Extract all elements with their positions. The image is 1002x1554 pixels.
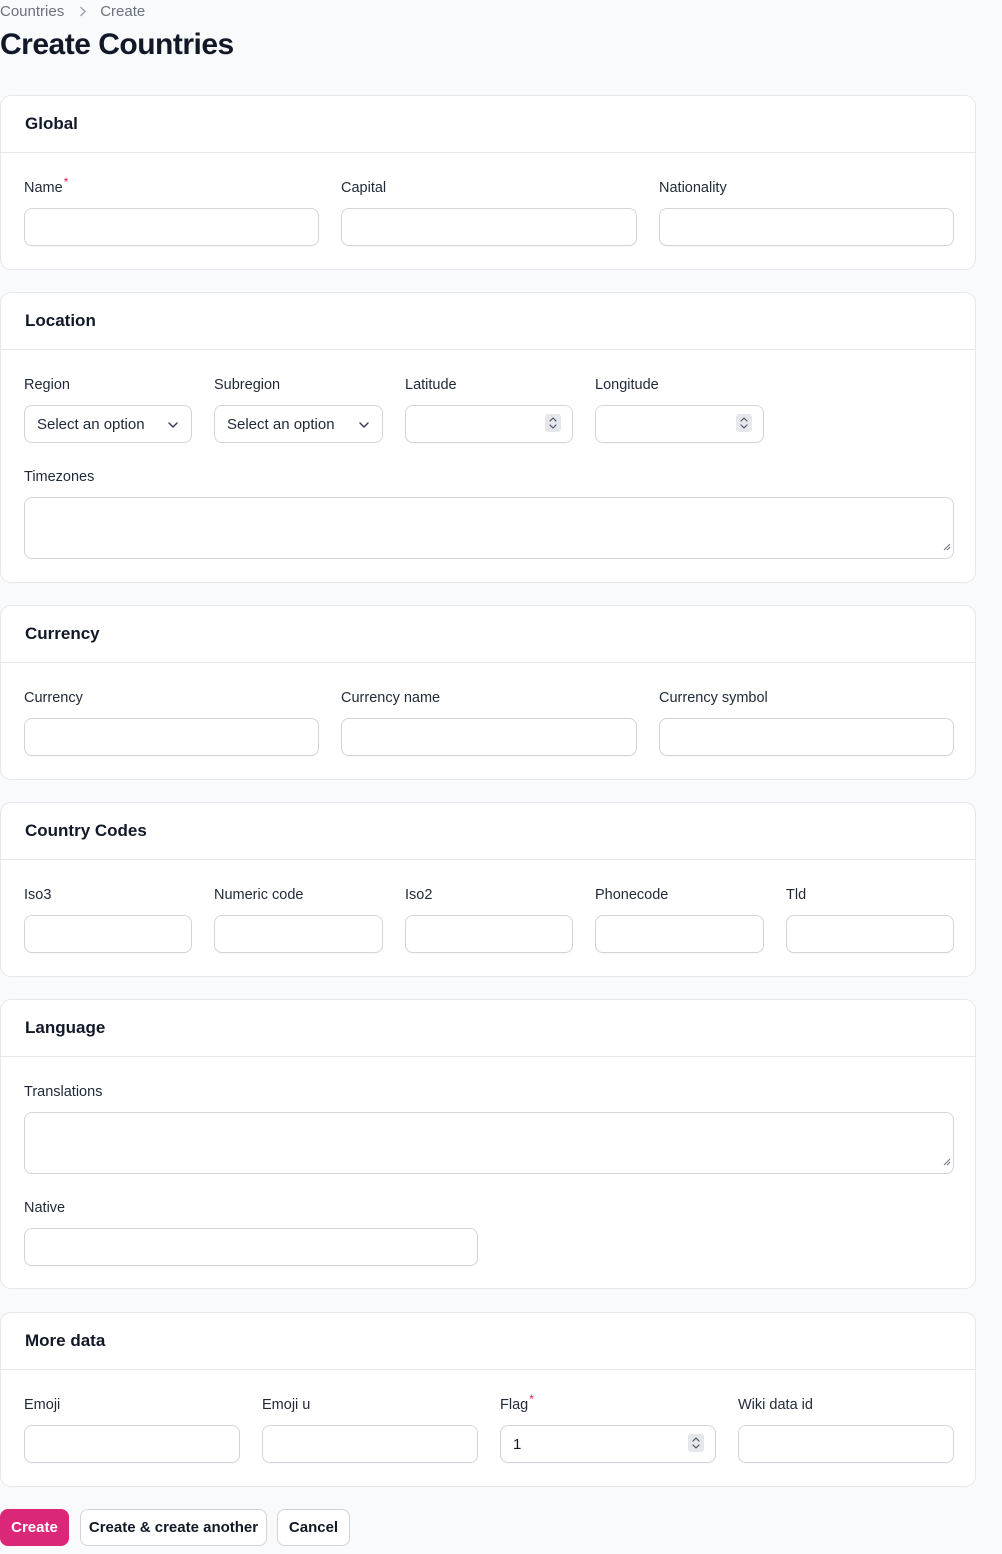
resize-grip-icon[interactable]: [941, 1153, 951, 1171]
section-country-codes: Country Codes Iso3 Numeric code Iso2 Pho…: [0, 802, 976, 977]
native-field: Native: [24, 1200, 478, 1266]
numeric-code-label: Numeric code: [214, 887, 304, 903]
currency-name-field: Currency name: [341, 690, 637, 756]
emoji-input[interactable]: [24, 1425, 240, 1463]
region-select-value: Select an option: [37, 415, 145, 433]
emoji-u-label: Emoji u: [262, 1397, 311, 1413]
translations-textarea[interactable]: [24, 1112, 954, 1174]
region-field: Region Select an option: [24, 377, 192, 443]
flag-field: Flag*: [500, 1392, 716, 1463]
subregion-label: Subregion: [214, 377, 281, 393]
capital-label: Capital: [341, 180, 387, 196]
tld-field: Tld: [786, 887, 954, 953]
chevron-down-icon: [167, 418, 179, 435]
chevron-right-icon: [79, 6, 87, 17]
translations-label: Translations: [24, 1084, 103, 1100]
currency-symbol-input[interactable]: [659, 718, 954, 756]
phonecode-field: Phonecode: [595, 887, 764, 953]
breadcrumb-current: Create: [100, 2, 146, 20]
capital-field: Capital: [341, 180, 637, 246]
numeric-code-field: Numeric code: [214, 887, 383, 953]
currency-name-input[interactable]: [341, 718, 637, 756]
chevron-down-icon: [358, 418, 370, 435]
section-title: Location: [1, 293, 975, 350]
number-stepper-icon[interactable]: [545, 414, 561, 432]
longitude-field: Longitude: [595, 377, 764, 443]
required-marker: *: [529, 1392, 534, 1406]
nationality-field: Nationality: [659, 180, 954, 246]
currency-name-label: Currency name: [341, 690, 441, 706]
native-label: Native: [24, 1200, 66, 1216]
emoji-field: Emoji: [24, 1397, 240, 1463]
section-title: Country Codes: [1, 803, 975, 860]
create-button[interactable]: Create: [0, 1509, 69, 1546]
wiki-data-id-input[interactable]: [738, 1425, 954, 1463]
breadcrumb-countries-link[interactable]: Countries: [0, 3, 64, 20]
latitude-label: Latitude: [405, 377, 457, 393]
breadcrumb: Countries Create: [0, 1, 145, 21]
iso3-label: Iso3: [24, 887, 52, 903]
number-stepper-icon[interactable]: [736, 414, 752, 432]
section-language: Language Translations Native: [0, 999, 976, 1289]
section-title: Language: [1, 1000, 975, 1057]
section-title: Global: [1, 96, 975, 153]
name-input[interactable]: [24, 208, 319, 246]
region-select[interactable]: Select an option: [24, 405, 192, 443]
currency-input[interactable]: [24, 718, 319, 756]
iso2-field: Iso2: [405, 887, 573, 953]
phonecode-input[interactable]: [595, 915, 764, 953]
section-title: Currency: [1, 606, 975, 663]
native-input[interactable]: [24, 1228, 478, 1266]
iso2-label: Iso2: [405, 887, 433, 903]
tld-input[interactable]: [786, 915, 954, 953]
create-another-button[interactable]: Create & create another: [80, 1509, 267, 1546]
section-location: Location Region Select an option Subregi…: [0, 292, 976, 583]
capital-input[interactable]: [341, 208, 637, 246]
longitude-label: Longitude: [595, 377, 659, 393]
subregion-field: Subregion Select an option: [214, 377, 383, 443]
timezones-label: Timezones: [24, 469, 95, 485]
name-label: Name*: [24, 175, 69, 196]
timezones-textarea[interactable]: [24, 497, 954, 559]
emoji-label: Emoji: [24, 1397, 61, 1413]
timezones-field: Timezones: [24, 469, 954, 559]
section-title: More data: [1, 1313, 975, 1370]
cancel-button[interactable]: Cancel: [277, 1509, 350, 1546]
flag-input[interactable]: [500, 1425, 716, 1463]
currency-field: Currency: [24, 690, 319, 756]
nationality-input[interactable]: [659, 208, 954, 246]
wiki-data-id-field: Wiki data id: [738, 1397, 954, 1463]
latitude-field: Latitude: [405, 377, 573, 443]
subregion-select-value: Select an option: [227, 415, 335, 433]
currency-label: Currency: [24, 690, 83, 706]
page-title: Create Countries: [0, 28, 234, 61]
iso3-field: Iso3: [24, 887, 192, 953]
section-currency: Currency Currency Currency name Currency…: [0, 605, 976, 780]
iso2-input[interactable]: [405, 915, 573, 953]
flag-label: Flag*: [500, 1392, 534, 1413]
wiki-data-id-label: Wiki data id: [738, 1397, 813, 1413]
section-more-data: More data Emoji Emoji u Flag* Wiki data …: [0, 1312, 976, 1487]
translations-field: Translations: [24, 1084, 954, 1174]
emoji-u-field: Emoji u: [262, 1397, 478, 1463]
currency-symbol-label: Currency symbol: [659, 690, 768, 706]
emoji-u-input[interactable]: [262, 1425, 478, 1463]
currency-symbol-field: Currency symbol: [659, 690, 954, 756]
name-field: Name*: [24, 175, 319, 246]
section-global: Global Name* Capital Nationality: [0, 95, 976, 270]
phonecode-label: Phonecode: [595, 887, 669, 903]
subregion-select[interactable]: Select an option: [214, 405, 383, 443]
iso3-input[interactable]: [24, 915, 192, 953]
required-marker: *: [63, 175, 69, 189]
numeric-code-input[interactable]: [214, 915, 383, 953]
nationality-label: Nationality: [659, 180, 727, 196]
tld-label: Tld: [786, 887, 807, 903]
number-stepper-icon[interactable]: [688, 1434, 704, 1452]
resize-grip-icon[interactable]: [941, 538, 951, 556]
region-label: Region: [24, 377, 70, 393]
